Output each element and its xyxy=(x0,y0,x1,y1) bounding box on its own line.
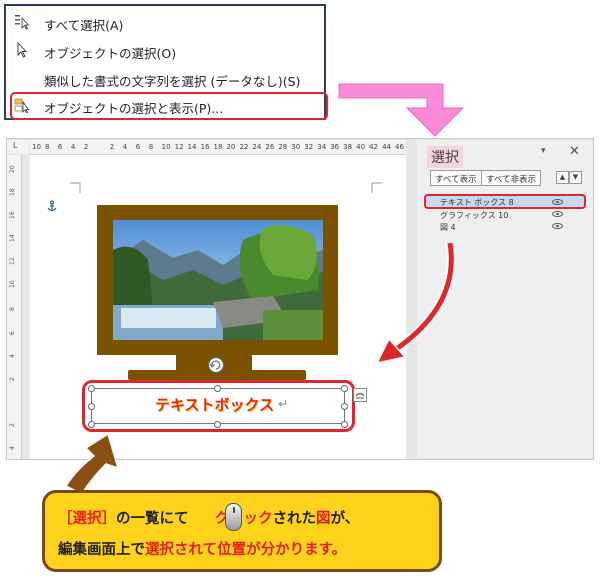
resize-handle[interactable] xyxy=(88,403,95,410)
ruler-tick-label: 20 xyxy=(9,165,16,173)
anchor-icon xyxy=(47,200,57,212)
callout-text: が、 xyxy=(330,511,360,527)
pink-arrow-icon xyxy=(338,83,465,137)
send-backward-icon[interactable]: ▼ xyxy=(569,171,582,184)
ruler-tick-label: 18 xyxy=(9,188,16,197)
ruler-tick-label: 30 xyxy=(291,143,301,151)
ruler-tick-label: 36 xyxy=(330,143,340,151)
context-menu: すべて選択(A) オブジェクトの選択(O) 類似した書式の文字列を選択 (データ… xyxy=(4,4,328,120)
ruler-tick-label: 4 xyxy=(122,143,128,151)
resize-handle[interactable] xyxy=(88,421,95,428)
callout-text: の一覧にて xyxy=(116,511,189,527)
ruler-tick-label: 14 xyxy=(187,143,197,151)
menu-item-label: オブジェクトの選択(O) xyxy=(44,46,177,61)
paragraph-mark: ↵ xyxy=(278,397,289,411)
callout-box xyxy=(42,490,442,572)
ruler-tick-label: 16 xyxy=(9,211,16,220)
ruler-tick-label: 26 xyxy=(265,143,275,151)
callout-text: ［選択］ xyxy=(58,511,116,527)
menu-item-label: すべて選択(A) xyxy=(44,18,124,33)
ruler-tick-label: 28 xyxy=(278,143,288,151)
ruler-tick-label: 42 xyxy=(369,143,379,151)
rotate-handle-icon[interactable] xyxy=(206,355,226,375)
pane-item-graphic[interactable]: グラフィックス 10 xyxy=(440,210,508,221)
ruler-tick-label: 6 xyxy=(135,143,141,151)
menu-item-select-similar[interactable]: 類似した書式の文字列を選択 (データなし)(S) xyxy=(6,66,324,92)
layout-options-icon[interactable] xyxy=(353,388,367,402)
brown-pointer-arrow-icon xyxy=(64,432,120,495)
ruler-tick-label: 14 xyxy=(9,234,16,243)
ruler-tick-label: 18 xyxy=(213,143,223,151)
ruler-tick-label: 4 xyxy=(9,353,16,358)
callout-text: された xyxy=(272,511,317,527)
horizontal-ruler[interactable]: 10 8 6 4 2 2 4 6 8 10 12 14 16 18 20 22 24 26 28 30 32 34 36 38… xyxy=(30,140,406,155)
hide-all-button[interactable]: すべて非表示 xyxy=(481,170,542,186)
ruler-tick-label: 10 xyxy=(9,280,16,289)
resize-handle[interactable] xyxy=(341,403,348,410)
highlight-frame xyxy=(10,92,328,120)
ruler-tick-label: 2 xyxy=(9,376,16,381)
ruler-tick-label: 8 xyxy=(9,307,16,312)
visibility-eye-icon[interactable] xyxy=(552,211,563,217)
visibility-eye-icon[interactable] xyxy=(552,199,563,205)
resize-handle[interactable] xyxy=(214,385,221,392)
select-all-icon xyxy=(15,15,30,30)
ruler-tick-label: 2 xyxy=(9,423,16,427)
resize-handle[interactable] xyxy=(341,385,348,392)
ruler-tick-label: 12 xyxy=(174,143,184,151)
landscape-photo[interactable] xyxy=(113,220,323,340)
close-icon[interactable]: ✕ xyxy=(569,144,580,159)
mouse-icon xyxy=(225,503,242,531)
pane-title: 選択 xyxy=(427,146,463,168)
ruler-tick-label: 10 xyxy=(161,143,171,151)
red-curved-arrow-icon xyxy=(375,242,456,365)
ruler-tick-label: 6 xyxy=(9,330,16,335)
textbox-text[interactable]: テキストボックス xyxy=(155,394,274,415)
menu-item-select-all[interactable]: すべて選択(A) xyxy=(6,10,324,36)
ruler-tick-label: 2 xyxy=(83,143,89,151)
callout-text: 編集画面上で xyxy=(58,542,145,558)
callout-text: クリック xyxy=(214,511,273,527)
ruler-tick-label: 46 xyxy=(395,143,404,151)
ruler-tick-label: 8 xyxy=(44,143,50,151)
callout-line-1: ［選択］の一覧にて クリックされた図が、 xyxy=(58,507,359,528)
ruler-tick-label: 12 xyxy=(9,257,16,266)
callout-text: 図 xyxy=(316,511,331,527)
ruler-tick-label: 8 xyxy=(148,143,154,151)
visibility-eye-icon[interactable] xyxy=(552,223,563,229)
ruler-tick-label: 10 xyxy=(32,143,41,151)
ruler-tick-label: 6 xyxy=(57,143,63,151)
ruler-tick-label: 22 xyxy=(239,143,249,151)
callout-text: 選択されて位置が分かります。 xyxy=(145,542,347,558)
ruler-tick-label: 34 xyxy=(317,143,327,151)
resize-handle[interactable] xyxy=(214,421,221,428)
ruler-tick-label: 4 xyxy=(9,446,16,450)
callout-line-2: 編集画面上で選択されて位置が分かります。 xyxy=(58,538,346,559)
ruler-corner[interactable]: L xyxy=(7,140,29,154)
ruler-corner-label: L xyxy=(13,141,18,150)
bring-forward-icon[interactable]: ▲ xyxy=(556,171,569,184)
pane-options-chevron-icon[interactable]: ▾ xyxy=(541,146,546,156)
ruler-tick-label: 44 xyxy=(382,143,391,151)
page-corner-mark xyxy=(70,182,81,193)
ruler-tick-label: 20 xyxy=(226,143,236,151)
ruler-tick-label: 2 xyxy=(109,143,115,151)
menu-item-select-objects[interactable]: オブジェクトの選択(O) xyxy=(6,38,324,64)
resize-handle[interactable] xyxy=(341,421,348,428)
pane-item-picture[interactable]: 図 4 xyxy=(440,222,456,233)
resize-handle[interactable] xyxy=(88,385,95,392)
ruler-tick-label: 24 xyxy=(252,143,262,151)
page-corner-mark xyxy=(371,182,382,193)
ruler-tick-label: 16 xyxy=(200,143,210,151)
vertical-ruler[interactable]: 20 18 16 14 12 10 8 6 4 2 2 4 xyxy=(7,155,22,459)
ruler-tick-label: 4 xyxy=(70,143,76,151)
menu-item-label: 類似した書式の文字列を選択 (データなし)(S) xyxy=(44,74,301,89)
cursor-arrow-icon xyxy=(17,42,28,58)
show-all-button[interactable]: すべて表示 xyxy=(430,170,482,186)
ruler-tick-label: 32 xyxy=(304,143,314,151)
ruler-tick-label: 38 xyxy=(343,143,353,151)
pane-item-textbox[interactable]: テキスト ボックス 8 xyxy=(440,197,514,208)
ruler-tick-label: 40 xyxy=(356,143,366,151)
